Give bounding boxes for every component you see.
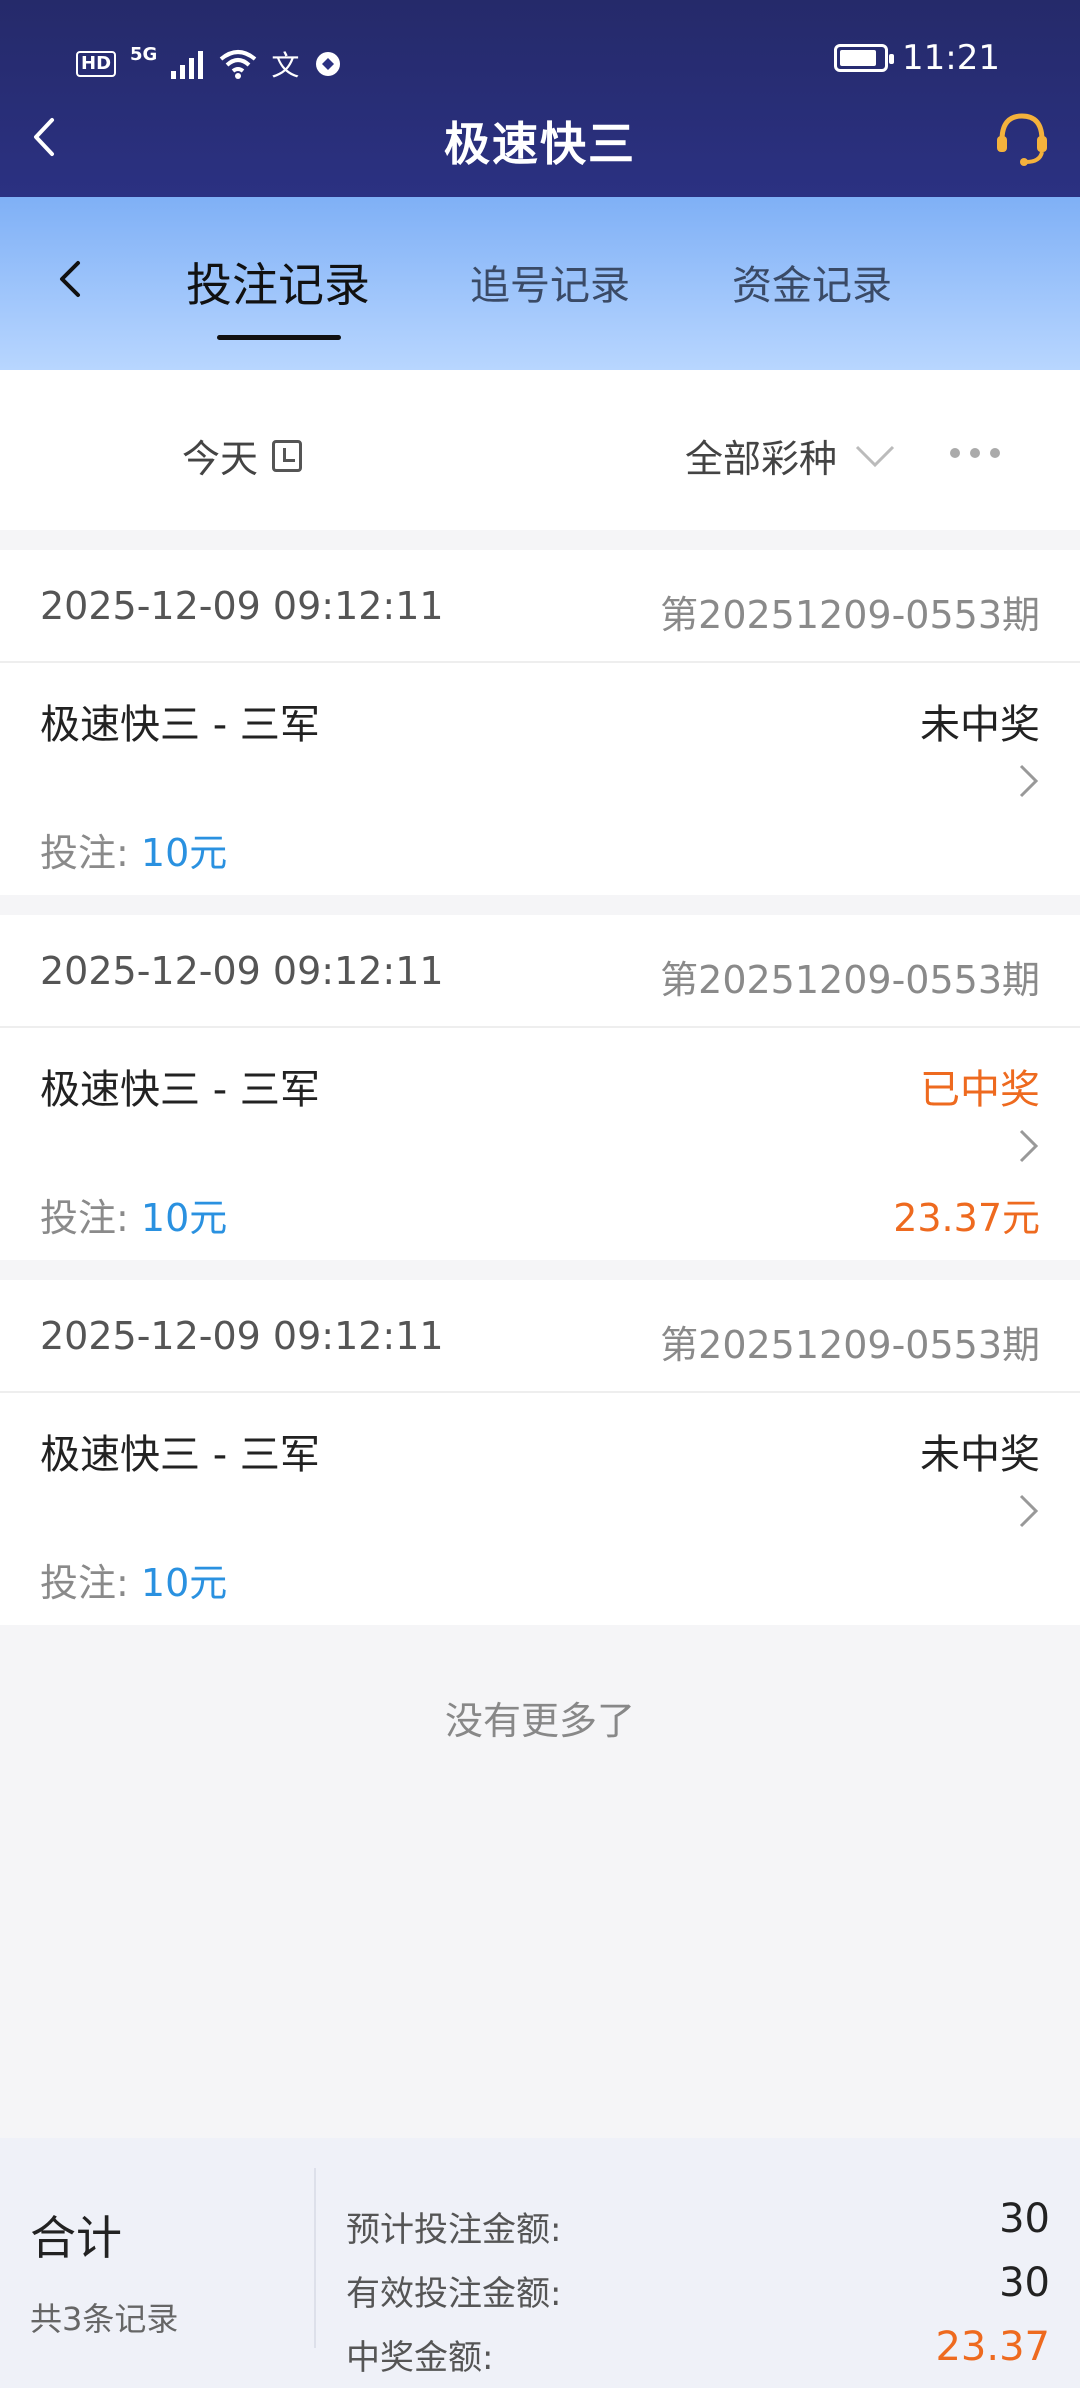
- record-game-name: 极速快三 - 三军: [40, 1067, 320, 1113]
- record-issue: 第20251209-0553期: [660, 958, 1040, 1002]
- filter-bar: 今天 全部彩种: [0, 370, 1080, 530]
- more-icon[interactable]: [950, 448, 1000, 458]
- summary-row-prize: 中奖金额: 23.37: [346, 2324, 1050, 2379]
- lottery-type-label: 全部彩种: [685, 437, 838, 481]
- chevron-right-icon: [1019, 764, 1039, 798]
- no-more-text: 没有更多了: [444, 1699, 635, 1743]
- network-label: 5G: [130, 43, 158, 65]
- tab-fund-records[interactable]: 资金记录: [732, 253, 892, 311]
- record-issue: 第20251209-0553期: [660, 593, 1040, 637]
- text-input-icon: 文: [271, 49, 300, 82]
- summary-count: 共3条记录: [30, 2300, 179, 2338]
- record-bet-amount: 10元: [140, 1561, 228, 1605]
- record-issue: 第20251209-0553期: [660, 1323, 1040, 1367]
- record-status: 已中奖: [920, 1067, 1040, 1113]
- app-header: HD 5G 文 11:21 极速快三: [0, 0, 1080, 197]
- summary-value: 23.37: [935, 2324, 1050, 2370]
- record-bet-amount: 10元: [140, 1196, 228, 1240]
- record-bet: 投注: 10元: [40, 1552, 227, 1607]
- signal-icon: [171, 51, 204, 79]
- record-bet-label: 投注:: [40, 1196, 129, 1240]
- record-bet-amount: 10元: [140, 831, 228, 875]
- active-tab-indicator: [217, 335, 341, 340]
- date-filter-label: 今天: [182, 437, 259, 481]
- record-bet-label: 投注:: [40, 1561, 129, 1605]
- record-status: 未中奖: [920, 702, 1040, 748]
- record-time: 2025-12-09 09:12:11: [40, 949, 444, 993]
- tab-bet-records[interactable]: 投注记录: [186, 249, 370, 315]
- tab-chase-records[interactable]: 追号记录: [470, 253, 630, 311]
- bet-record-card[interactable]: 2025-12-09 09:12:11 第20251209-0553期 极速快三…: [0, 1280, 1080, 1625]
- record-time: 2025-12-09 09:12:11: [40, 1314, 444, 1358]
- record-prize: 23.37元: [893, 1196, 1040, 1240]
- chevron-down-icon: [855, 445, 895, 467]
- battery-icon: [834, 44, 895, 72]
- calendar-icon: [272, 439, 303, 472]
- app-notification-icon: [316, 52, 341, 76]
- hd-badge: HD: [76, 51, 117, 77]
- chevron-right-icon: [1019, 1129, 1039, 1163]
- summary-title: 合计: [30, 2211, 122, 2265]
- tab-back-icon[interactable]: [52, 255, 88, 303]
- bet-record-card[interactable]: 2025-12-09 09:12:11 第20251209-0553期 极速快三…: [0, 915, 1080, 1260]
- summary-label: 有效投注金额:: [346, 2274, 562, 2314]
- record-bet-label: 投注:: [40, 831, 129, 875]
- bet-record-card[interactable]: 2025-12-09 09:12:11 第20251209-0553期 极速快三…: [0, 550, 1080, 895]
- record-time: 2025-12-09 09:12:11: [40, 584, 444, 628]
- status-bar: HD 5G 文 11:21: [0, 38, 1080, 88]
- summary-row-expected: 预计投注金额: 30: [346, 2196, 1050, 2251]
- record-game-name: 极速快三 - 三军: [40, 1432, 320, 1478]
- summary-value: 30: [999, 2260, 1050, 2306]
- summary-label: 预计投注金额:: [346, 2210, 562, 2250]
- summary-row-valid: 有效投注金额: 30: [346, 2260, 1050, 2315]
- record-tabs: 投注记录 追号记录 资金记录: [0, 197, 1080, 370]
- record-bet: 投注: 10元: [40, 1187, 227, 1242]
- summary-label: 中奖金额:: [346, 2338, 494, 2378]
- record-game-name: 极速快三 - 三军: [40, 702, 320, 748]
- date-filter[interactable]: 今天: [182, 428, 303, 483]
- record-status: 未中奖: [920, 1432, 1040, 1478]
- summary-panel: 合计 共3条记录 预计投注金额: 30 有效投注金额: 30 中奖金额: 23.…: [0, 2138, 1080, 2388]
- page-title: 极速快三: [444, 117, 636, 171]
- record-bet: 投注: 10元: [40, 822, 227, 877]
- lottery-type-filter[interactable]: 全部彩种: [685, 428, 897, 483]
- chevron-right-icon: [1019, 1494, 1039, 1528]
- summary-value: 30: [999, 2196, 1050, 2242]
- status-time: 11:21: [902, 38, 1000, 78]
- summary-divider: [314, 2168, 316, 2348]
- wifi-icon: [220, 50, 257, 79]
- customer-service-icon[interactable]: [992, 108, 1052, 168]
